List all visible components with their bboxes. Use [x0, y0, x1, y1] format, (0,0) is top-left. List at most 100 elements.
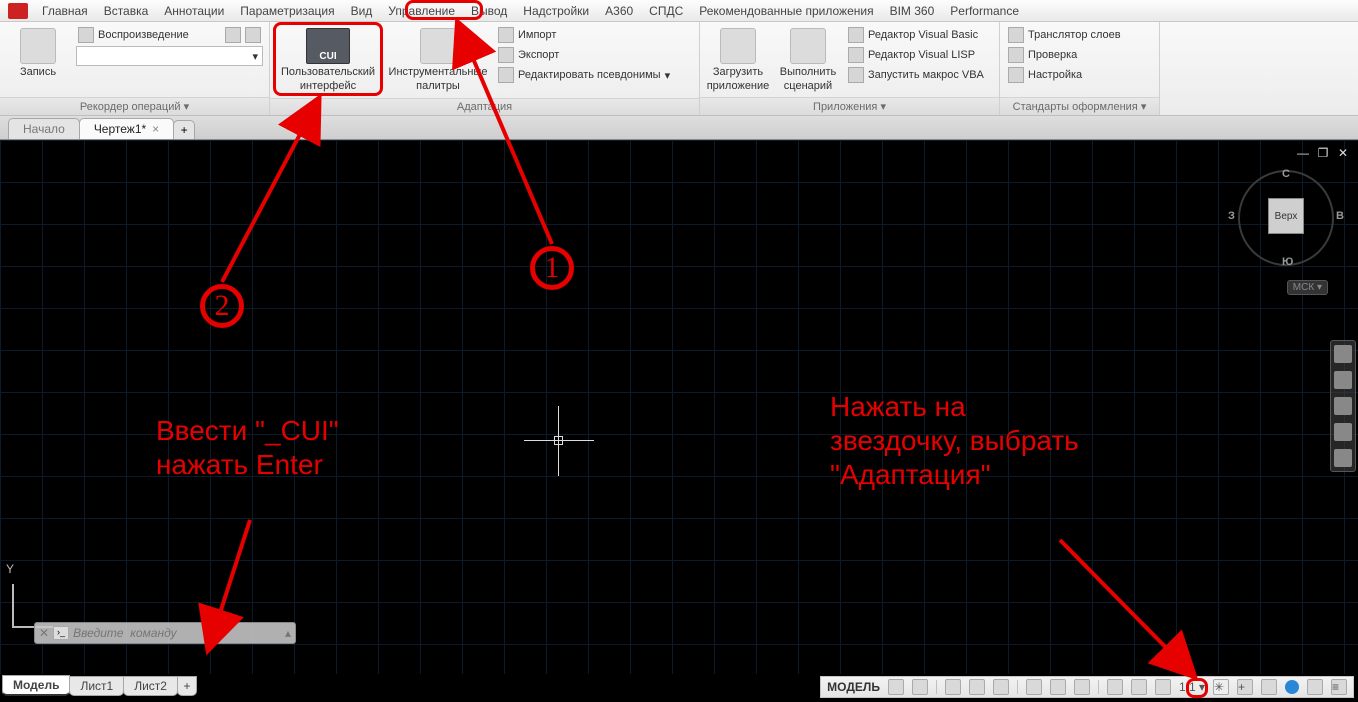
status-anno3-icon[interactable] — [1155, 679, 1171, 695]
configure-button[interactable]: Настройка — [1006, 66, 1123, 84]
import-button[interactable]: Импорт — [496, 26, 672, 44]
status-isodraft-icon[interactable] — [993, 679, 1009, 695]
run-script-button[interactable]: Выполнить сценарий — [776, 26, 840, 92]
record-button[interactable]: Запись — [6, 26, 70, 78]
menu-item-bim360[interactable]: BIM 360 — [882, 2, 943, 20]
tab-drawing1[interactable]: Чертеж1* × — [79, 118, 174, 139]
status-otrack-icon[interactable] — [1050, 679, 1066, 695]
menu-item-spds[interactable]: СПДС — [641, 2, 691, 20]
status-custom-icon[interactable]: ≡ — [1331, 679, 1347, 695]
nav-zoom-icon[interactable] — [1334, 397, 1352, 415]
panel-title-applications[interactable]: Приложения — [813, 101, 886, 113]
export-label: Экспорт — [518, 49, 559, 61]
tab-start[interactable]: Начало — [8, 118, 80, 139]
cmdline-prompt-icon[interactable]: ›_ — [53, 626, 69, 640]
panel-title-standards[interactable]: Стандарты оформления — [1013, 101, 1147, 113]
viewport-minimize-icon[interactable]: — — [1296, 146, 1310, 160]
vlisp-icon — [848, 47, 864, 63]
drawing-canvas[interactable]: — ❐ ✕ Верх С Ю З В МСК ▾ Y ✕ ›_ ▴ — [0, 140, 1358, 674]
vbasic-button[interactable]: Редактор Visual Basic — [846, 26, 986, 44]
view-cube-face[interactable]: Верх — [1268, 198, 1304, 234]
panel-title-recorder[interactable]: Рекордер операций — [80, 101, 189, 113]
tab-layout2[interactable]: Лист2 — [123, 676, 178, 696]
cmdline-history-icon[interactable]: ▴ — [285, 626, 291, 640]
annotation-box-manage-tab — [405, 0, 483, 20]
viewcube-w[interactable]: З — [1228, 210, 1235, 222]
import-label: Импорт — [518, 29, 556, 41]
command-input[interactable] — [73, 626, 281, 640]
load-app-l1: Загрузить — [706, 66, 770, 78]
panel-applications: Загрузить приложение Выполнить сценарий … — [700, 22, 1000, 115]
menu-item-home[interactable]: Главная — [34, 2, 96, 20]
palettes-label2: палитры — [386, 80, 490, 92]
nav-showmotion-icon[interactable] — [1334, 449, 1352, 467]
vlisp-label: Редактор Visual LISP — [868, 49, 975, 61]
viewport-restore-icon[interactable]: ❐ — [1316, 146, 1330, 160]
layer-translator-button[interactable]: Транслятор слоев — [1006, 26, 1123, 44]
menu-item-addins[interactable]: Надстройки — [515, 2, 597, 20]
record-label: Запись — [6, 66, 70, 78]
add-tab-button[interactable]: + — [173, 120, 195, 139]
play-extra-icon[interactable] — [225, 27, 241, 43]
tab-layout1[interactable]: Лист1 — [69, 676, 124, 696]
menu-item-annotate[interactable]: Аннотации — [156, 2, 232, 20]
tab-drawing1-label: Чертеж1* — [94, 122, 146, 136]
tab-model[interactable]: Модель — [2, 675, 70, 696]
wcs-badge[interactable]: МСК ▾ — [1287, 280, 1328, 295]
status-polar-icon[interactable] — [969, 679, 985, 695]
viewport-close-icon[interactable]: ✕ — [1336, 146, 1350, 160]
status-space[interactable]: МОДЕЛЬ — [827, 680, 880, 694]
status-lwt-icon[interactable] — [1074, 679, 1090, 695]
check-button[interactable]: Проверка — [1006, 46, 1123, 64]
menu-item-featured-apps[interactable]: Рекомендованные приложения — [691, 2, 881, 20]
vlisp-button[interactable]: Редактор Visual LISP — [846, 46, 986, 64]
viewcube-s[interactable]: Ю — [1282, 256, 1293, 268]
status-gear-icon[interactable]: ✳ — [1213, 679, 1229, 695]
macro-dropdown[interactable]: ▾ — [76, 46, 263, 66]
tab-close-icon[interactable]: × — [152, 122, 159, 136]
export-button[interactable]: Экспорт — [496, 46, 672, 64]
panel-action-recorder: Запись Воспроизведение ▾ Рекордер операц… — [0, 22, 270, 115]
status-plus-icon[interactable]: + — [1237, 679, 1253, 695]
nav-orbit-icon[interactable] — [1334, 423, 1352, 441]
status-grid-icon[interactable] — [888, 679, 904, 695]
command-line[interactable]: ✕ ›_ ▴ — [34, 622, 296, 644]
status-anno2-icon[interactable] — [1131, 679, 1147, 695]
status-isolate-icon[interactable] — [1261, 679, 1277, 695]
annotation-text-cmd: Ввести "_CUI" нажать Enter — [156, 414, 339, 482]
viewport-controls: — ❐ ✕ — [1296, 146, 1350, 160]
run-script-icon — [790, 28, 826, 64]
tool-palettes-button[interactable]: Инструментальные палитры — [386, 26, 490, 92]
status-ortho-icon[interactable] — [945, 679, 961, 695]
viewcube-n[interactable]: С — [1282, 168, 1290, 180]
palettes-icon — [420, 28, 456, 64]
viewcube-e[interactable]: В — [1336, 210, 1344, 222]
play-extra2-icon[interactable] — [245, 27, 261, 43]
edit-aliases-button[interactable]: Редактировать псевдонимы ▾ — [496, 66, 672, 84]
menu-item-parametric[interactable]: Параметризация — [232, 2, 342, 20]
menu-item-view[interactable]: Вид — [343, 2, 381, 20]
cmdline-close-icon[interactable]: ✕ — [39, 626, 49, 640]
vba-macro-button[interactable]: Запустить макрос VBA — [846, 66, 986, 84]
status-clean-icon[interactable] — [1307, 679, 1323, 695]
menu-item-performance[interactable]: Performance — [942, 2, 1027, 20]
menu-item-insert[interactable]: Вставка — [96, 2, 157, 20]
status-cloud-icon[interactable] — [1285, 680, 1299, 694]
nav-wheel-icon[interactable] — [1334, 345, 1352, 363]
load-app-button[interactable]: Загрузить приложение — [706, 26, 770, 92]
status-snap-icon[interactable] — [912, 679, 928, 695]
status-anno-icon[interactable] — [1107, 679, 1123, 695]
navigation-bar — [1330, 340, 1356, 472]
check-label: Проверка — [1028, 49, 1077, 61]
annotation-text-gear: Нажать на звездочку, выбрать "Адаптация" — [830, 390, 1079, 492]
nav-pan-icon[interactable] — [1334, 371, 1352, 389]
play-button[interactable]: Воспроизведение — [76, 26, 263, 44]
status-osnap-icon[interactable] — [1026, 679, 1042, 695]
view-cube[interactable]: Верх С Ю З В МСК ▾ — [1238, 170, 1334, 266]
crosshair-cursor — [524, 406, 594, 476]
annotation-box-cui-button — [273, 22, 383, 96]
add-layout-button[interactable]: + — [177, 676, 197, 696]
menu-item-a360[interactable]: A360 — [597, 2, 641, 20]
vbasic-icon — [848, 27, 864, 43]
ribbon: Запись Воспроизведение ▾ Рекордер операц… — [0, 22, 1358, 116]
